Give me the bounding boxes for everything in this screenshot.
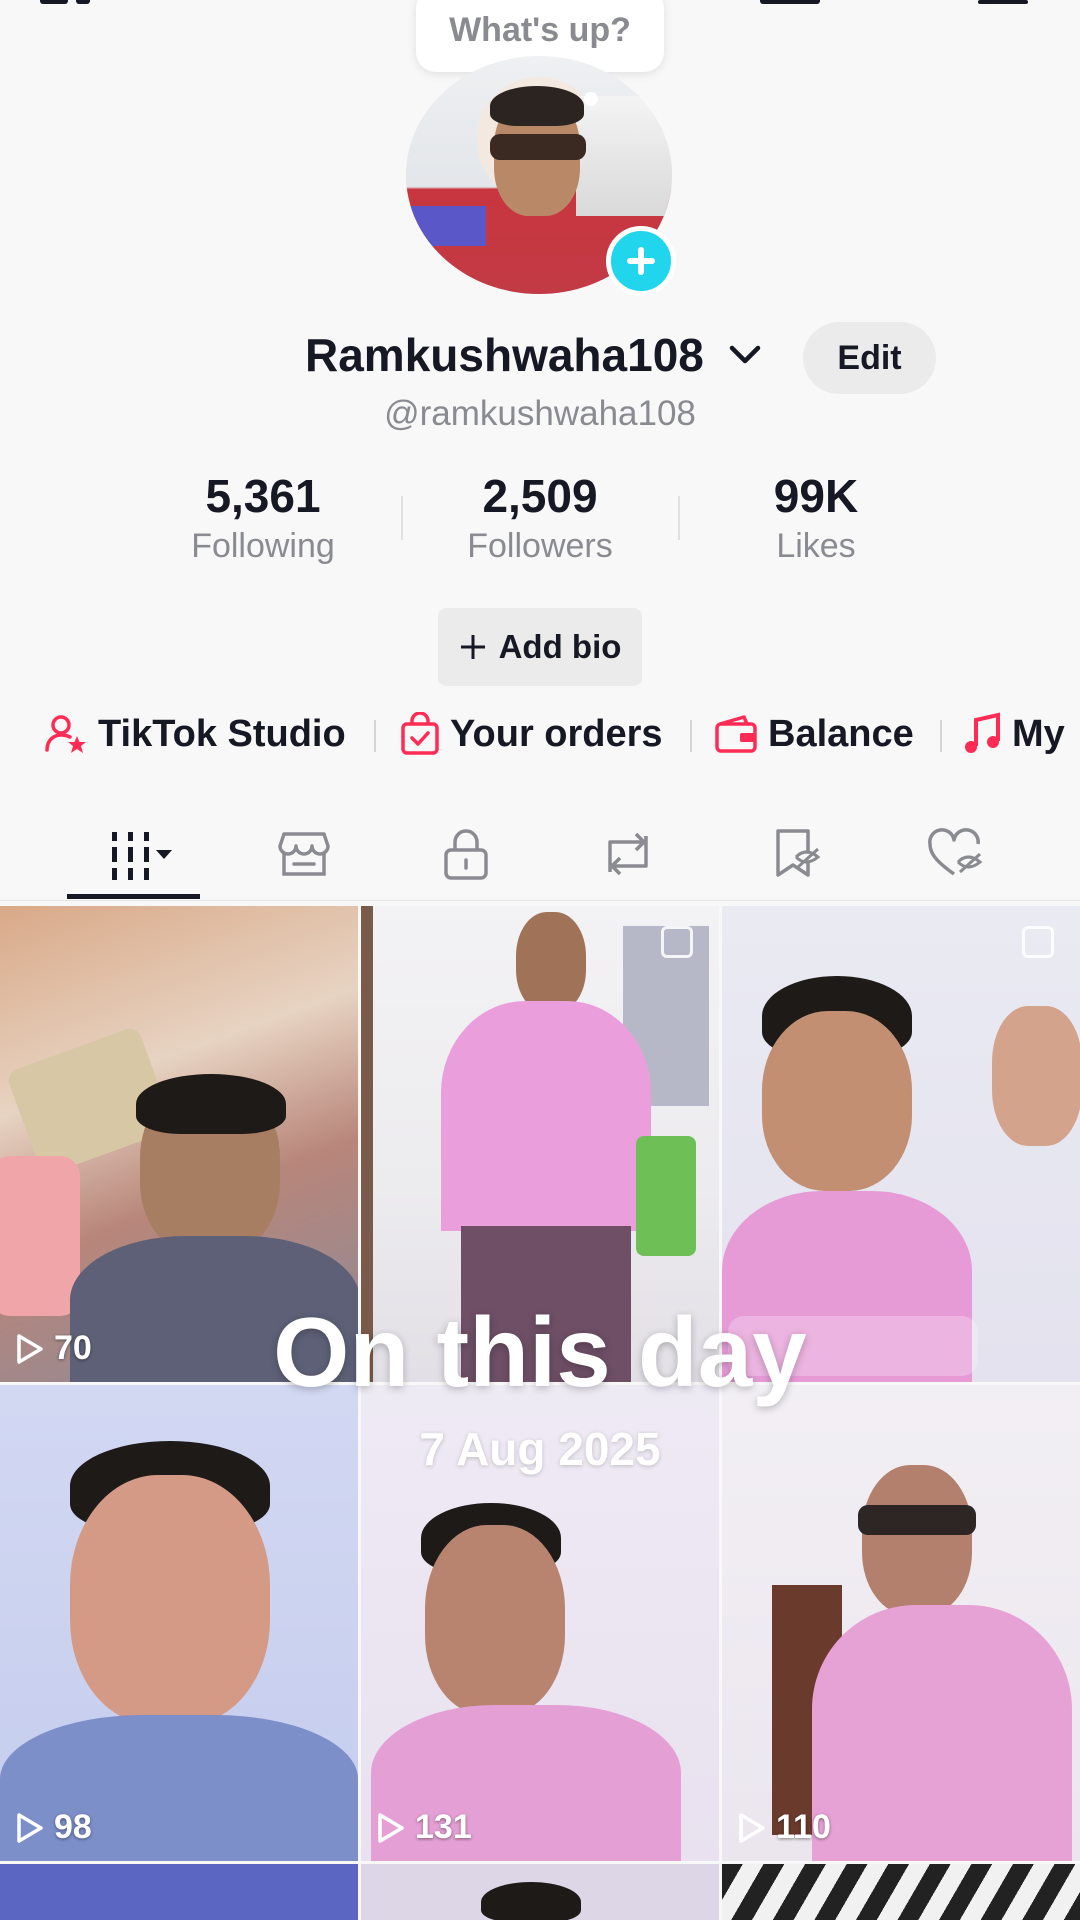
bookmark-hidden-icon — [776, 829, 821, 877]
play-count-value: 131 — [415, 1808, 472, 1846]
shortcut-balance[interactable]: Balance — [714, 706, 914, 762]
shortcut-label: My — [1012, 712, 1065, 755]
lock-icon — [444, 829, 488, 880]
tab-shop[interactable] — [244, 810, 364, 898]
top-left-icon[interactable] — [40, 0, 68, 4]
grid-dropdown-icon — [112, 832, 172, 880]
menu-icon[interactable] — [978, 0, 1028, 4]
shortcut-label: Balance — [768, 712, 914, 755]
plus-icon — [627, 247, 655, 275]
play-icon — [739, 1812, 765, 1843]
stat-followers-value: 2,509 — [482, 470, 598, 522]
play-count-value: 110 — [776, 1808, 831, 1846]
drink-cup-graphic — [0, 1156, 80, 1316]
person-face — [425, 1525, 565, 1715]
profile-handle: @ramkushwaha108 — [384, 394, 696, 433]
play-icon — [378, 1812, 404, 1843]
avatar-sunglasses — [490, 134, 586, 160]
shortcut-divider — [374, 720, 376, 752]
stat-likes[interactable]: 99K Likes — [706, 468, 926, 568]
person-star-icon — [45, 715, 86, 753]
play-count: 131 — [377, 1808, 472, 1847]
avatar-hair — [490, 86, 584, 126]
stat-followers-label: Followers — [467, 527, 613, 565]
shortcut-divider — [940, 720, 942, 752]
top-left-icon-2[interactable] — [76, 0, 90, 4]
profile-display-name[interactable]: Ramkushwaha108 — [305, 328, 704, 382]
wallet-icon — [715, 715, 757, 753]
top-right-icon[interactable] — [760, 0, 820, 4]
play-count-value: 98 — [54, 1808, 92, 1846]
repost-icon — [608, 832, 648, 876]
shortcut-label: Your orders — [450, 712, 663, 755]
person-face — [762, 1011, 912, 1191]
shortcut-tiktok-studio[interactable]: TikTok Studio — [44, 706, 346, 762]
video-thumbnail[interactable] — [722, 1864, 1080, 1920]
shortcut-row: TikTok Studio Your orders Balance My — [0, 706, 1080, 762]
play-icon — [17, 1812, 43, 1843]
stat-following-value: 5,361 — [205, 470, 321, 522]
stat-followers[interactable]: 2,509 Followers — [430, 468, 650, 568]
shopping-bag-check-icon — [401, 712, 439, 755]
multi-photo-icon — [661, 926, 693, 958]
person-body — [441, 1001, 651, 1231]
multi-photo-icon — [1022, 926, 1054, 958]
tab-reposts[interactable] — [568, 810, 688, 898]
on-this-day-date: 7 Aug 2025 — [419, 1423, 661, 1475]
avatar-background-shelf — [576, 96, 672, 216]
chevron-down-icon[interactable] — [728, 344, 762, 366]
on-this-day-title[interactable]: On this day — [0, 1296, 1080, 1409]
tab-liked[interactable] — [896, 810, 1016, 898]
stat-likes-label: Likes — [776, 527, 856, 565]
video-thumbnail[interactable] — [361, 1864, 719, 1920]
add-bio-label: Add bio — [498, 628, 622, 665]
play-count: 98 — [16, 1808, 92, 1847]
add-bio-button[interactable]: Add bio — [438, 608, 642, 686]
stat-divider — [401, 496, 403, 540]
stat-following-label: Following — [191, 527, 335, 565]
shortcut-your-orders[interactable]: Your orders — [400, 706, 663, 762]
person-body — [812, 1605, 1072, 1861]
play-count: 110 — [738, 1808, 831, 1847]
plus-icon — [460, 635, 485, 659]
person-face — [862, 1465, 972, 1615]
avatar-background-boxes — [406, 206, 486, 246]
video-grid: 70 98 131 110 — [0, 906, 1080, 1920]
shop-icon — [278, 832, 330, 876]
stat-likes-value: 99K — [773, 470, 859, 522]
stat-divider — [678, 496, 680, 540]
tab-saved[interactable] — [736, 810, 856, 898]
music-note-icon — [965, 712, 1000, 753]
person-face — [70, 1475, 270, 1725]
person-hair — [136, 1074, 286, 1134]
edit-profile-button[interactable]: Edit — [803, 322, 936, 394]
video-thumbnail[interactable] — [0, 1864, 358, 1920]
shortcut-label: TikTok Studio — [98, 712, 346, 755]
tab-private[interactable] — [406, 810, 526, 898]
status-bubble-text: What's up? — [449, 10, 631, 49]
hanging-cloth — [636, 1136, 696, 1256]
heart-hidden-icon — [928, 828, 983, 876]
active-tab-indicator — [67, 894, 200, 899]
bubble-pointer-dot — [584, 92, 598, 106]
shortcut-my-music[interactable]: My — [962, 706, 1065, 762]
person-sunglasses — [858, 1505, 976, 1535]
stat-following[interactable]: 5,361 Following — [153, 468, 373, 568]
edit-button-label: Edit — [837, 338, 902, 377]
person-face — [516, 912, 586, 1012]
tab-videos[interactable] — [73, 810, 193, 898]
raised-hand — [992, 1006, 1080, 1146]
person-hair — [481, 1882, 581, 1920]
add-avatar-button[interactable] — [606, 226, 676, 296]
profile-tab-bar — [0, 810, 1080, 901]
profile-name-row: Ramkushwaha108 Edit — [0, 322, 1080, 394]
shortcut-divider — [690, 720, 692, 752]
